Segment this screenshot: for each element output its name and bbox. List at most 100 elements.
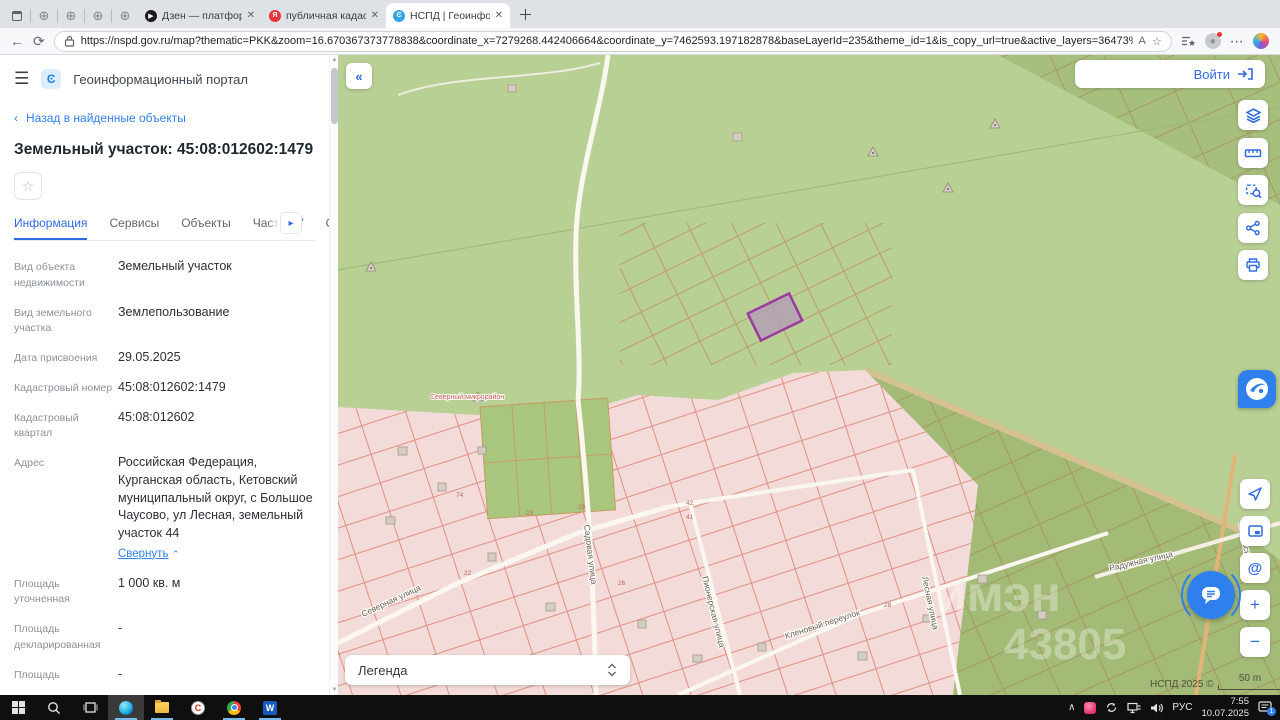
c-app-icon: C xyxy=(191,700,205,715)
svg-text:имэн: имэн xyxy=(936,566,1061,622)
time: 7:55 xyxy=(1230,696,1250,708)
map-attribution: НСПД 2025 © xyxy=(1150,679,1214,690)
notification-badge: 1 xyxy=(1267,707,1276,716)
minimap-button[interactable] xyxy=(1240,516,1270,546)
layers-button[interactable] xyxy=(1238,100,1268,130)
back-nav-icon[interactable]: ← xyxy=(10,34,24,48)
bookmark-star-icon[interactable]: ☆ xyxy=(1152,35,1162,48)
svg-text:74: 74 xyxy=(456,492,464,499)
svg-text:43805: 43805 xyxy=(1004,620,1126,669)
task-view-button[interactable] xyxy=(72,695,108,720)
chevron-up-icon[interactable]: ⌃ xyxy=(172,549,180,559)
clock[interactable]: 7:55 10.07.2025 xyxy=(1201,696,1249,719)
chat-button[interactable] xyxy=(1187,571,1235,619)
pinned-tab-1[interactable]: ⊕ xyxy=(31,3,57,28)
window-icon xyxy=(12,10,22,21)
profile-avatar[interactable]: ● xyxy=(1204,32,1222,49)
tab-dzen[interactable]: ▶ Дзен — платформа для просмо ✕ xyxy=(138,3,262,28)
taskbar-word-button[interactable]: W xyxy=(252,695,288,720)
login-arrow-icon xyxy=(1238,68,1253,80)
pinned-tab-2[interactable]: ⊕ xyxy=(58,3,84,28)
back-to-results-link[interactable]: ‹ Назад в найденные объекты xyxy=(14,111,316,125)
legend-label: Легенда xyxy=(358,662,408,678)
collapse-sidebar-button[interactable]: « xyxy=(346,63,372,89)
start-button[interactable] xyxy=(0,695,36,720)
field-row: Кадастровый номер 45:08:012602:1479 xyxy=(14,379,226,394)
taskbar-search-button[interactable] xyxy=(36,695,72,720)
print-button[interactable] xyxy=(1238,250,1268,280)
measure-button[interactable] xyxy=(1238,138,1268,168)
locate-button[interactable] xyxy=(1240,479,1270,509)
minus-icon: − xyxy=(1250,632,1260,651)
volume-icon[interactable] xyxy=(1150,702,1164,714)
area-search-icon xyxy=(1245,183,1262,198)
collapse-address-link[interactable]: Свернуть xyxy=(118,546,168,562)
taskbar-explorer-button[interactable] xyxy=(144,695,180,720)
read-aloud-icon[interactable]: A xyxy=(1139,35,1146,47)
windows-logo-icon xyxy=(11,701,25,714)
network-icon[interactable] xyxy=(1127,702,1141,714)
more-menu-icon[interactable]: ⋯ xyxy=(1230,34,1244,48)
reload-icon[interactable]: ⟳ xyxy=(33,34,45,48)
sputnik-badge-icon[interactable] xyxy=(1238,370,1276,408)
area-search-button[interactable] xyxy=(1238,175,1268,205)
field-row: Вид земельного участка Землепользование xyxy=(14,304,230,335)
taskbar-chrome-button[interactable] xyxy=(216,695,252,720)
tab-yandex-map[interactable]: Я публичная кадастровая карта — ✕ xyxy=(262,3,386,28)
scrollbar-thumb[interactable] xyxy=(331,68,338,124)
field-row: Площадь уточненная 1 000 кв. м xyxy=(14,575,181,606)
tray-app-icon[interactable] xyxy=(1084,701,1097,714)
login-bar[interactable]: Войти xyxy=(1075,60,1265,88)
field-row: Площадь декларированная - xyxy=(14,621,123,651)
copilot-icon[interactable] xyxy=(1252,33,1269,49)
profile-alert-dot xyxy=(1216,32,1222,37)
scale-label: 50 m xyxy=(1238,673,1262,684)
legend-sort-icon xyxy=(608,663,616,677)
coordinates-button[interactable]: @ xyxy=(1240,553,1270,583)
plus-icon: + xyxy=(1250,595,1260,614)
ruler-icon xyxy=(1244,149,1262,158)
close-icon[interactable]: ✕ xyxy=(495,10,503,21)
scroll-down-icon[interactable]: ▼ xyxy=(330,687,338,693)
tab-information[interactable]: Информация xyxy=(14,216,88,240)
pinned-tab-4[interactable]: ⊕ xyxy=(112,3,138,28)
zoom-in-button[interactable]: + xyxy=(1240,590,1270,620)
share-button[interactable] xyxy=(1238,213,1268,243)
zoom-out-button[interactable]: − xyxy=(1240,627,1270,657)
sidebar-scrollbar[interactable]: ▲ ▼ xyxy=(329,55,338,695)
tab-objects[interactable]: Объекты xyxy=(181,216,231,240)
legend-bar[interactable]: Легенда xyxy=(345,655,630,685)
map-canvas[interactable]: 74 29 23 22 42 41 28 26 Северная улица С… xyxy=(338,55,1280,695)
pinned-tab-3[interactable]: ⊕ xyxy=(85,3,111,28)
chat-icon xyxy=(1202,587,1220,604)
hamburger-menu-icon[interactable]: ☰ xyxy=(14,69,29,89)
tabs-scroll-right-button[interactable]: ▸ xyxy=(280,212,302,234)
cadastral-map[interactable]: 74 29 23 22 42 41 28 26 Северная улица С… xyxy=(338,55,1280,695)
sync-icon[interactable] xyxy=(1105,701,1118,714)
notification-button[interactable]: 1 xyxy=(1258,701,1276,716)
field-row: Дата присвоения 29.05.2025 xyxy=(14,350,181,364)
taskbar-app-button[interactable]: C xyxy=(180,695,216,720)
tab-services[interactable]: Сервисы xyxy=(109,216,159,240)
new-tab-button[interactable]: ＋ xyxy=(518,4,533,25)
district-label: Северный микрорайон xyxy=(430,393,504,401)
portal-logo-icon: Ͼ xyxy=(41,69,62,89)
tray-expand-icon[interactable]: ∧ xyxy=(1068,702,1075,713)
tab-nspd-active[interactable]: Ͼ НСПД | Геоинформационный п ✕ xyxy=(386,3,510,28)
favorites-bar-icon[interactable] xyxy=(1181,35,1196,48)
tab-search-button[interactable] xyxy=(4,3,30,28)
login-label[interactable]: Войти xyxy=(1194,67,1230,82)
taskbar-edge-button[interactable] xyxy=(108,695,144,720)
address-bar[interactable]: https://nspd.gov.ru/map?thematic=PKK&zoo… xyxy=(53,30,1172,52)
print-icon xyxy=(1246,258,1260,272)
close-icon[interactable]: ✕ xyxy=(371,10,379,21)
language-indicator[interactable]: РУС xyxy=(1172,702,1192,713)
svg-text:23: 23 xyxy=(526,510,534,517)
scroll-up-icon[interactable]: ▲ xyxy=(330,57,338,63)
favorite-star-button[interactable]: ☆ xyxy=(14,172,42,200)
close-icon[interactable]: ✕ xyxy=(247,10,255,21)
task-view-icon xyxy=(82,702,98,713)
field-row-address: Адрес Российская Федерация, Курганская о… xyxy=(14,454,316,563)
back-chevron-icon: ‹ xyxy=(14,111,18,125)
chevron-right-icon: ▸ xyxy=(288,217,294,229)
